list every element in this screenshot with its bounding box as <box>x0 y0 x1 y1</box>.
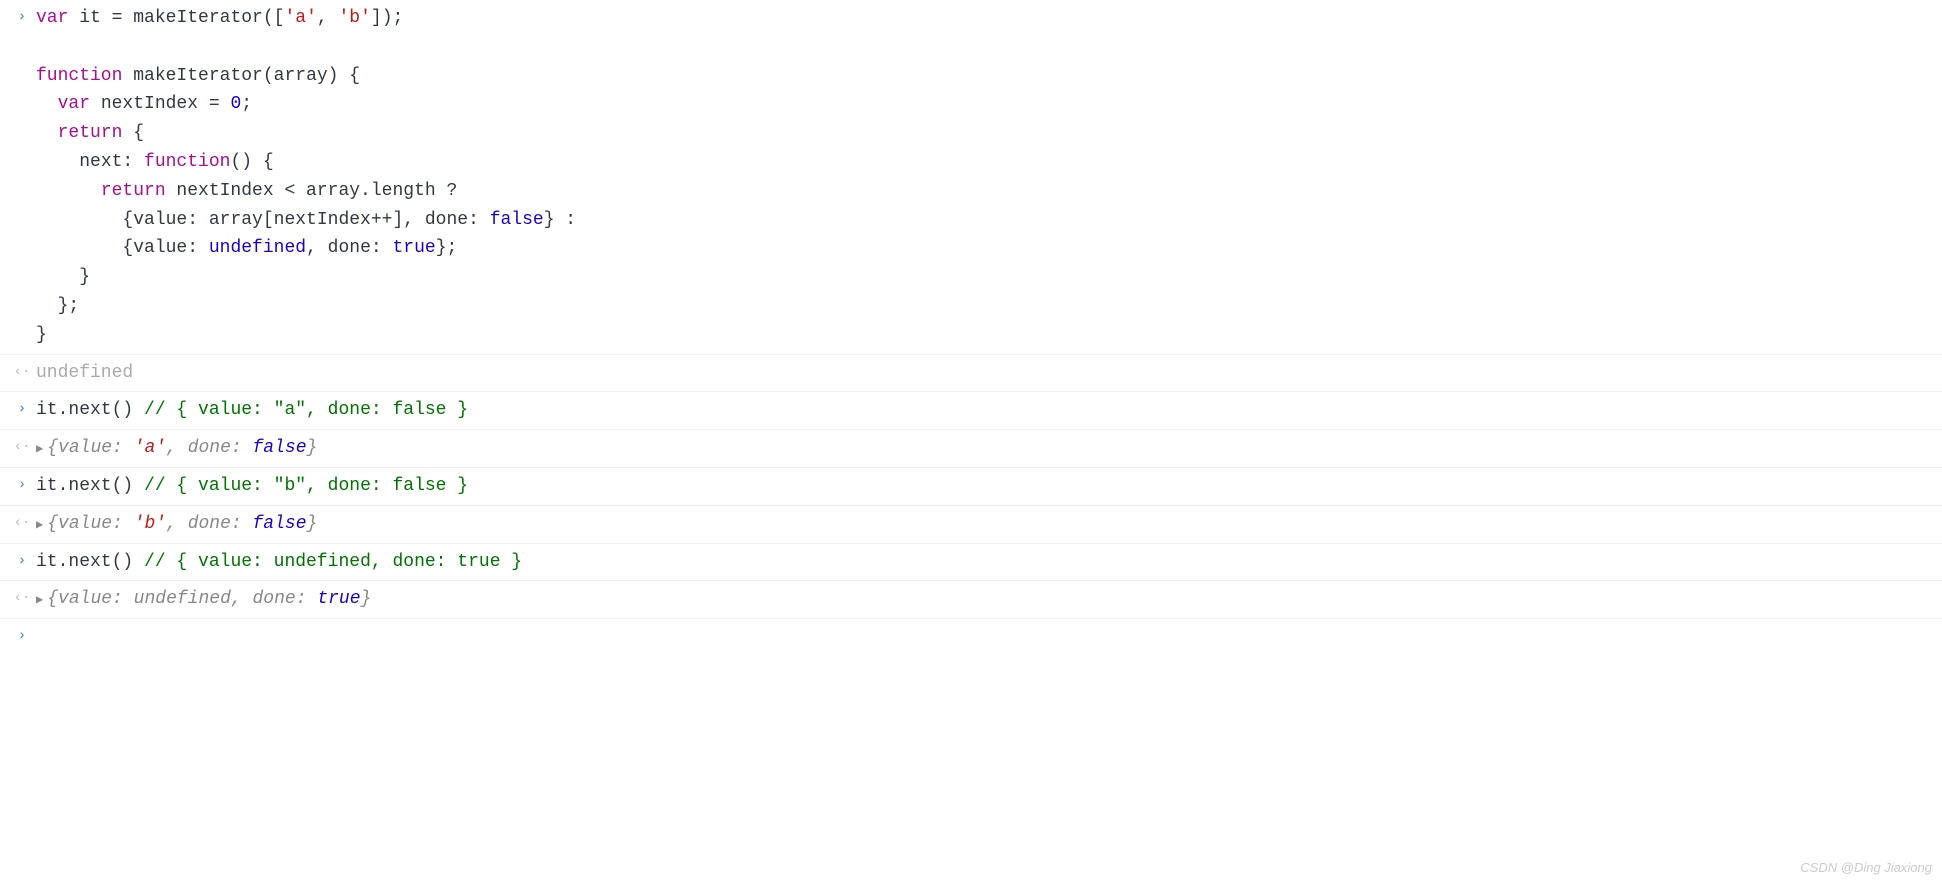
code-text: ]); <box>371 8 403 28</box>
expand-icon[interactable]: ▶ <box>36 591 43 610</box>
console-input-code[interactable]: it.next() // { value: undefined, done: t… <box>36 548 1942 577</box>
code-text: }; <box>36 296 79 316</box>
console-input-row[interactable]: › it.next() // { value: "a", done: false… <box>0 392 1942 430</box>
code-text: = <box>112 8 134 28</box>
object-key: value: <box>58 589 134 609</box>
string-literal: 'b' <box>338 8 370 28</box>
code-text: (array) { <box>263 66 360 86</box>
output-prompt-icon: ‹· <box>8 510 36 534</box>
console-output-object[interactable]: ▶{value: undefined, done: true} <box>36 585 1942 614</box>
number-literal: 0 <box>230 94 241 114</box>
comment: // { value: undefined, done: true } <box>144 552 522 572</box>
code-text: {value: array[nextIndex++], done: <box>122 210 489 230</box>
object-brace: { <box>47 589 58 609</box>
object-value-bool: true <box>317 589 360 609</box>
keyword-return: return <box>101 181 166 201</box>
object-value-string: 'a' <box>134 438 166 458</box>
object-brace: { <box>47 514 58 534</box>
console-input-row[interactable]: › var it = makeIterator(['a', 'b']); fun… <box>0 0 1942 355</box>
indent <box>36 152 79 172</box>
object-value-bool: false <box>253 438 307 458</box>
code-text: () { <box>230 152 273 172</box>
console-input-code[interactable]: var it = makeIterator(['a', 'b']); funct… <box>36 4 1942 350</box>
object-key: value: <box>58 438 134 458</box>
code-text: it.next() <box>36 400 144 420</box>
keyword-function: function <box>144 152 230 172</box>
console-output-row: ‹· ▶{value: 'a', done: false} <box>0 430 1942 468</box>
code-text: makeIterator <box>133 8 263 28</box>
indent <box>36 94 58 114</box>
code-text: { <box>122 123 144 143</box>
undefined-literal: undefined <box>209 238 306 258</box>
object-sep: , <box>231 589 253 609</box>
indent <box>36 210 122 230</box>
console-input-row[interactable]: › it.next() // { value: "b", done: false… <box>0 468 1942 506</box>
string-literal: 'a' <box>284 8 316 28</box>
console-output-row: ‹· ▶{value: 'b', done: false} <box>0 506 1942 544</box>
console-output-object[interactable]: ▶{value: 'a', done: false} <box>36 434 1942 463</box>
object-key: value: <box>58 514 134 534</box>
console-output-row: ‹· undefined <box>0 355 1942 393</box>
console-input-row[interactable]: › it.next() // { value: undefined, done:… <box>0 544 1942 582</box>
code-text: it.next() <box>36 476 144 496</box>
watermark-text: CSDN @Ding Jiaxiong <box>1800 858 1932 879</box>
input-prompt-icon: › <box>8 4 36 28</box>
code-text: } <box>36 267 90 287</box>
devtools-console: › var it = makeIterator(['a', 'b']); fun… <box>0 0 1942 652</box>
code-text: it <box>68 8 111 28</box>
code-text: }; <box>436 238 458 258</box>
indent <box>36 123 58 143</box>
console-output-object[interactable]: ▶{value: 'b', done: false} <box>36 510 1942 539</box>
console-output-undefined: undefined <box>36 359 1942 388</box>
object-value-bool: false <box>253 514 307 534</box>
object-key: done: <box>188 438 253 458</box>
console-output-row: ‹· ▶{value: undefined, done: true} <box>0 581 1942 619</box>
boolean-literal: false <box>490 210 544 230</box>
output-prompt-icon: ‹· <box>8 434 36 458</box>
keyword-function: function <box>36 66 122 86</box>
code-text: it.next() <box>36 552 144 572</box>
console-input-row-empty[interactable]: › <box>0 619 1942 651</box>
keyword-return: return <box>58 123 123 143</box>
object-value-string: 'b' <box>134 514 166 534</box>
object-sep: , <box>166 514 188 534</box>
code-text: } : <box>544 210 576 230</box>
object-key: done: <box>253 589 318 609</box>
code-text: next: <box>79 152 144 172</box>
code-text: makeIterator <box>122 66 262 86</box>
keyword-var: var <box>36 8 68 28</box>
output-prompt-icon: ‹· <box>8 359 36 383</box>
code-text: nextIndex = <box>90 94 230 114</box>
object-sep: , <box>166 438 188 458</box>
object-brace: } <box>361 589 372 609</box>
code-text: ([ <box>263 8 285 28</box>
indent <box>36 238 122 258</box>
object-brace: } <box>307 514 318 534</box>
expand-icon[interactable]: ▶ <box>36 516 43 535</box>
boolean-literal: true <box>392 238 435 258</box>
code-text: , <box>317 8 339 28</box>
console-input-code[interactable]: it.next() // { value: "b", done: false } <box>36 472 1942 501</box>
object-brace: } <box>307 438 318 458</box>
code-text: nextIndex < array.length ? <box>166 181 458 201</box>
comment: // { value: "b", done: false } <box>144 476 468 496</box>
comment: // { value: "a", done: false } <box>144 400 468 420</box>
code-text: {value: <box>122 238 208 258</box>
object-key: done: <box>188 514 253 534</box>
console-input-code[interactable]: it.next() // { value: "a", done: false } <box>36 396 1942 425</box>
object-brace: { <box>47 438 58 458</box>
keyword-var: var <box>58 94 90 114</box>
input-prompt-icon: › <box>8 472 36 496</box>
input-prompt-icon: › <box>8 623 36 647</box>
expand-icon[interactable]: ▶ <box>36 440 43 459</box>
code-text: } <box>36 325 47 345</box>
indent <box>36 181 101 201</box>
code-text: , done: <box>306 238 392 258</box>
object-value-undefined: undefined <box>134 589 231 609</box>
input-prompt-icon: › <box>8 396 36 420</box>
output-prompt-icon: ‹· <box>8 585 36 609</box>
input-prompt-icon: › <box>8 548 36 572</box>
code-text: ; <box>241 94 252 114</box>
